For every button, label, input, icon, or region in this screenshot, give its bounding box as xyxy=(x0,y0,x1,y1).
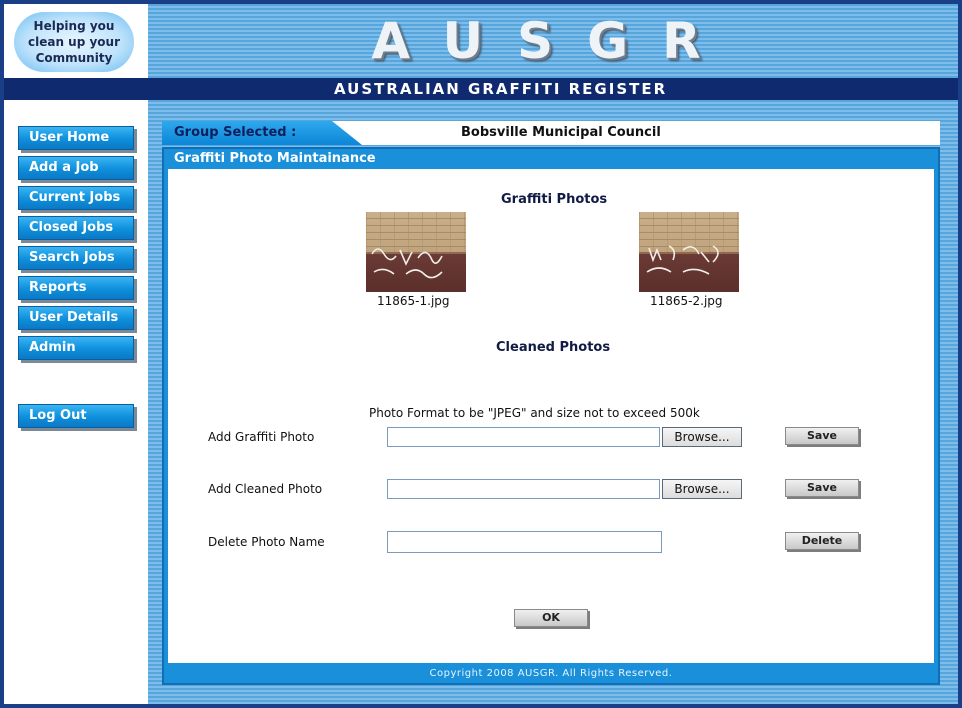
nav-user-details[interactable]: User Details xyxy=(18,306,134,330)
site-title: AUSGR xyxy=(371,12,735,70)
graffiti-tag-graphic xyxy=(371,248,443,279)
logo-tagline: Helping you clean up your Community xyxy=(27,19,121,65)
cleaned-photos-heading: Cleaned Photos xyxy=(496,340,611,355)
nav-add-job[interactable]: Add a Job xyxy=(18,156,134,180)
delete-photo-button[interactable]: Delete xyxy=(785,532,859,550)
logout-button[interactable]: Log Out xyxy=(18,404,134,428)
graffiti-photo-1-name: 11865-1.jpg xyxy=(377,294,450,308)
panel-title: Graffiti Photo Maintainance xyxy=(174,151,376,166)
graffiti-photos-heading: Graffiti Photos xyxy=(501,192,608,207)
nav-search-jobs[interactable]: Search Jobs xyxy=(18,246,134,270)
group-selected-label: Group Selected : xyxy=(174,125,297,140)
site-subtitle: AUSTRALIAN GRAFFITI REGISTER xyxy=(334,80,668,98)
cleaned-browse-button[interactable]: Browse... xyxy=(662,479,742,499)
panel-content: Graffiti Photos 11865-1.jpg 11865-2.jpg … xyxy=(168,169,934,663)
delete-photo-name-label: Delete Photo Name xyxy=(208,535,325,549)
ok-button[interactable]: OK xyxy=(514,609,588,627)
nav-closed-jobs[interactable]: Closed Jobs xyxy=(18,216,134,240)
save-graffiti-button[interactable]: Save xyxy=(785,427,859,445)
nav-reports[interactable]: Reports xyxy=(18,276,134,300)
photo-maintenance-panel: Graffiti Photo Maintainance Graffiti Pho… xyxy=(162,147,940,685)
graffiti-tag-graphic xyxy=(646,245,719,275)
add-graffiti-photo-label: Add Graffiti Photo xyxy=(208,430,315,444)
header-subbar: AUSTRALIAN GRAFFITI REGISTER xyxy=(4,78,958,100)
group-selected-value: Bobsville Municipal Council xyxy=(461,125,661,140)
graffiti-photo-file-input[interactable] xyxy=(387,427,660,447)
nav-admin[interactable]: Admin xyxy=(18,336,134,360)
delete-photo-name-input[interactable] xyxy=(387,531,662,553)
header-banner: AUSGR xyxy=(148,4,958,78)
graffiti-photo-2-name: 11865-2.jpg xyxy=(650,294,723,308)
save-cleaned-button[interactable]: Save xyxy=(785,479,859,497)
cleaned-photo-file-input[interactable] xyxy=(387,479,660,499)
nav-user-home[interactable]: User Home xyxy=(18,126,134,150)
photo-format-note: Photo Format to be "JPEG" and size not t… xyxy=(369,406,700,420)
graffiti-photo-1[interactable] xyxy=(366,212,466,292)
group-selected-bar: Group Selected : Bobsville Municipal Cou… xyxy=(162,121,940,145)
graffiti-photo-2[interactable] xyxy=(639,212,739,292)
add-cleaned-photo-label: Add Cleaned Photo xyxy=(208,482,323,496)
sidebar-nav: User Home Add a Job Current Jobs Closed … xyxy=(4,100,146,704)
logo: Helping you clean up your Community xyxy=(4,4,146,78)
graffiti-browse-button[interactable]: Browse... xyxy=(662,427,742,447)
nav-current-jobs[interactable]: Current Jobs xyxy=(18,186,134,210)
copyright-text: Copyright 2008 AUSGR. All Rights Reserve… xyxy=(429,668,673,679)
